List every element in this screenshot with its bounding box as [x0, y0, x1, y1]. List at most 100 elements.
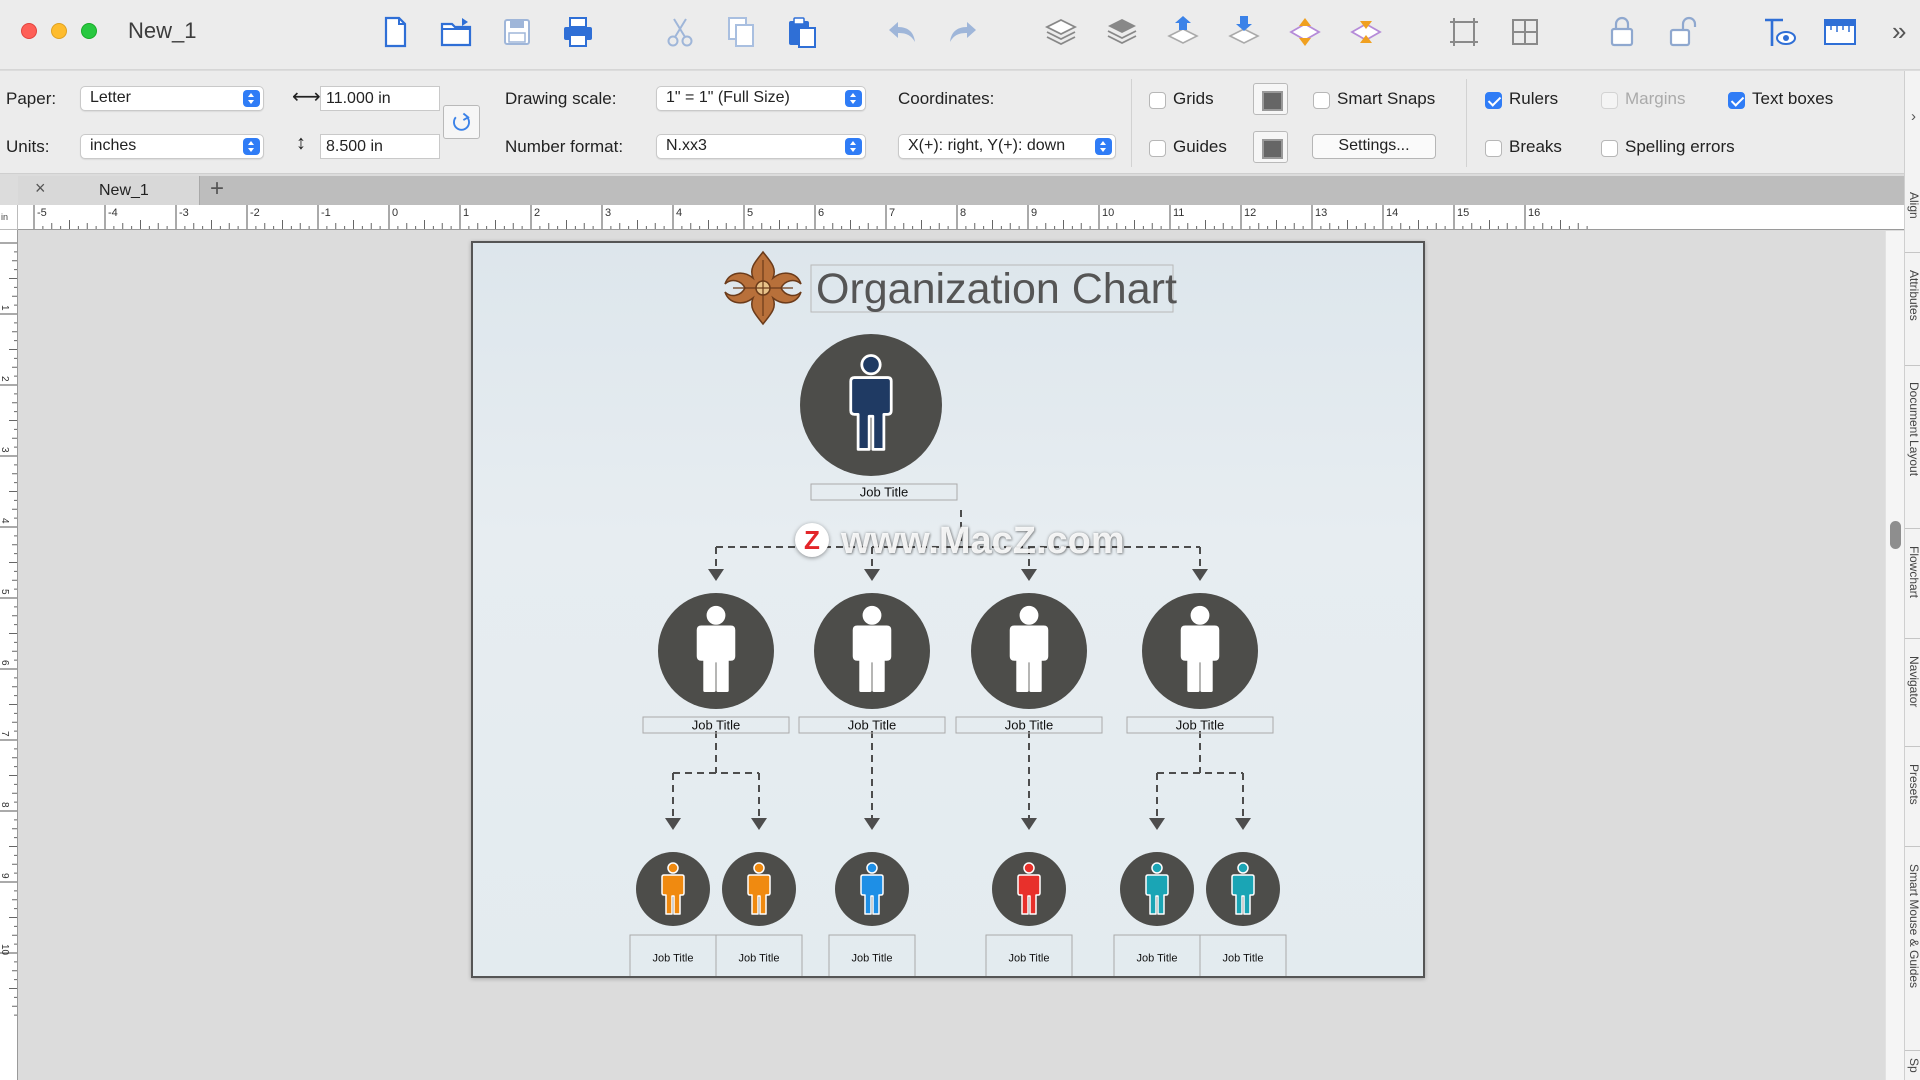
side-tab-presets[interactable]: Presets [1907, 764, 1920, 805]
window-close-button[interactable] [21, 23, 37, 39]
org-node-manager[interactable]: Job Title [642, 593, 790, 734]
toolbar-overflow-icon[interactable]: » [1892, 16, 1906, 47]
rulers-label: Rulers [1509, 89, 1559, 108]
text-boxes-checkbox[interactable] [1728, 92, 1745, 109]
smart-snaps-label: Smart Snaps [1337, 89, 1436, 108]
divider [1905, 252, 1920, 253]
side-tab-align[interactable]: Align [1907, 192, 1920, 219]
lock-button[interactable] [1600, 12, 1644, 52]
ruler-unit-label: in [1, 212, 9, 222]
send-to-back-button[interactable] [1344, 12, 1388, 52]
org-node-top[interactable]: Job Title [800, 334, 958, 501]
watermark-text: www.MacZ.com [841, 520, 1125, 562]
rotate-orientation-button[interactable] [443, 105, 480, 139]
units-select-value: inches [90, 137, 137, 154]
side-tab-navigator[interactable]: Navigator [1907, 656, 1920, 707]
guides-checkbox[interactable] [1149, 140, 1166, 157]
side-tab-attributes[interactable]: Attributes [1907, 270, 1920, 321]
paper-select-value: Letter [90, 89, 131, 106]
org-node-staff[interactable]: Job Title [1113, 852, 1201, 976]
bring-forward-icon [1167, 16, 1199, 44]
view-button[interactable] [1757, 12, 1801, 52]
ruler-button[interactable] [1818, 12, 1862, 52]
org-node-staff[interactable]: Job Title [828, 852, 916, 976]
units-select[interactable]: inches [80, 134, 264, 159]
side-tab-document-layout[interactable]: Document Layout [1907, 382, 1920, 476]
paper-label: Paper: [6, 89, 57, 108]
spelling-errors-label: Spelling errors [1625, 137, 1735, 156]
org-node-staff[interactable]: Job Title [1199, 852, 1287, 976]
settings-button[interactable]: Settings... [1312, 134, 1436, 159]
add-tab-icon[interactable]: + [210, 175, 224, 203]
ruler-tick-label: 8 [0, 802, 10, 808]
ruler-tick-label: 2 [534, 207, 540, 219]
tab-new-1[interactable]: × New_1 [18, 176, 200, 205]
ruler-tick-label: -5 [37, 207, 47, 219]
fleur-ornament-icon[interactable] [724, 250, 802, 326]
grids-checkbox[interactable] [1149, 92, 1166, 109]
side-tab-flowchart[interactable]: Flowchart [1907, 546, 1920, 598]
org-node-staff[interactable]: Job Title [629, 852, 717, 976]
new-document-button[interactable] [373, 12, 417, 52]
paper-height-field[interactable]: 8.500 in [320, 134, 440, 159]
paste-button[interactable] [780, 12, 824, 52]
ruler-tick-label: 12 [1244, 207, 1256, 219]
group-button[interactable] [1442, 12, 1486, 52]
undo-button[interactable] [880, 12, 924, 52]
window-zoom-button[interactable] [81, 23, 97, 39]
collapse-panel-icon[interactable]: › [1911, 108, 1916, 125]
close-icon[interactable]: × [35, 178, 46, 199]
job-title-label: Job Title [1009, 952, 1050, 964]
drawing-scale-select[interactable]: 1" = 1" (Full Size) [656, 86, 866, 111]
bring-forward-button[interactable] [1161, 12, 1205, 52]
org-node-manager[interactable]: Job Title [955, 593, 1103, 734]
smart-snaps-checkbox[interactable] [1313, 92, 1330, 109]
vertical-scrollbar[interactable] [1885, 231, 1904, 1080]
grid-settings-button[interactable] [1253, 83, 1288, 115]
number-format-select[interactable]: N.xx3 [656, 134, 866, 159]
coordinates-select[interactable]: X(+): right, Y(+): down [898, 134, 1116, 159]
ruler-tick-label: 11 [1173, 207, 1184, 219]
paper-select[interactable]: Letter [80, 86, 264, 111]
spelling-errors-checkbox[interactable] [1601, 140, 1618, 157]
org-node-manager[interactable]: Job Title [798, 593, 946, 734]
side-tab-smart-mouse-guides[interactable]: Smart Mouse & Guides [1907, 864, 1920, 988]
org-node-staff[interactable]: Job Title [985, 852, 1073, 976]
vertical-ruler[interactable]: 1 2 3 4 5 6 7 8 9 10 [0, 230, 18, 1080]
redo-button[interactable] [941, 12, 985, 52]
save-button[interactable] [495, 12, 539, 52]
ruler-tick-label: 8 [960, 207, 966, 219]
window-minimize-button[interactable] [51, 23, 67, 39]
send-backward-button[interactable] [1222, 12, 1266, 52]
org-node-staff[interactable]: Job Title [715, 852, 803, 976]
org-node-manager[interactable]: Job Title [1126, 593, 1274, 734]
layers-stack-button[interactable] [1100, 12, 1144, 52]
group-icon [1450, 18, 1478, 46]
copy-button[interactable] [719, 12, 763, 52]
chart-title: Organization Chart [816, 265, 1177, 313]
new-document-icon [384, 16, 407, 48]
ungroup-button[interactable] [1503, 12, 1547, 52]
divider [1905, 365, 1920, 366]
open-button[interactable] [434, 12, 478, 52]
ruler-tick-label: -4 [108, 207, 118, 219]
ruler-tick-label: 0 [392, 207, 398, 219]
organization-chart[interactable]: Organization Chart Job TitleJob Title Job… [473, 243, 1423, 976]
layers-stack-icon [1107, 19, 1137, 45]
bring-to-front-button[interactable] [1283, 12, 1327, 52]
horizontal-ruler[interactable]: -5 -4 -3 -2 -1 0 1 2 3 4 5 6 7 8 9 10 11 12 13 14 15 16 [18, 205, 1904, 230]
tab-label: New_1 [99, 182, 149, 199]
org-nodes: Job Title Job Title Job Title Job Title Job … [629, 334, 1287, 976]
unlock-button[interactable] [1661, 12, 1705, 52]
paper-width-field[interactable]: 11.000 in [320, 86, 440, 111]
breaks-checkbox[interactable] [1485, 140, 1502, 157]
breaks-label: Breaks [1509, 137, 1562, 156]
document-page[interactable]: Organization Chart Job Title Job Title Job… [471, 241, 1425, 978]
scrollbar-thumb[interactable] [1890, 521, 1901, 549]
side-tab-more[interactable]: Sp [1907, 1058, 1920, 1073]
rulers-checkbox[interactable] [1485, 92, 1502, 109]
guide-settings-button[interactable] [1253, 131, 1288, 163]
cut-button[interactable] [658, 12, 702, 52]
layers-button[interactable] [1039, 12, 1083, 52]
print-button[interactable] [556, 12, 600, 52]
